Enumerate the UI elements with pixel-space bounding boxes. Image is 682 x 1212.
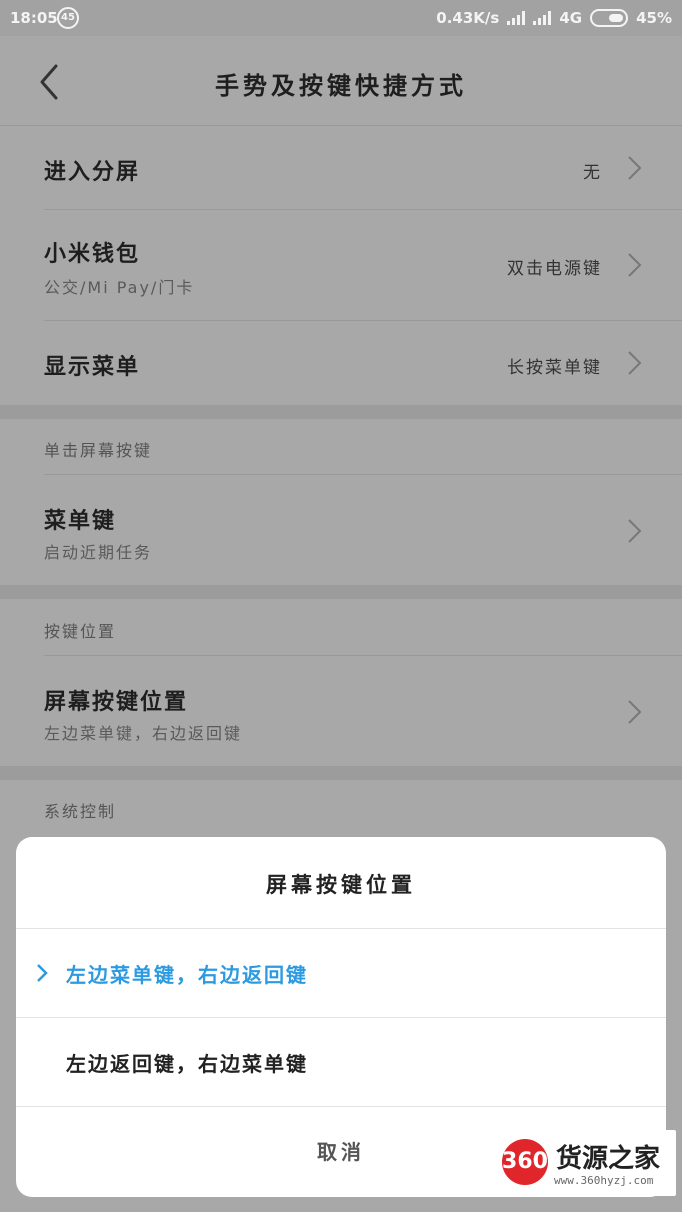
network-speed: 0.43K/s — [436, 9, 500, 27]
setting-subtitle: 左边菜单键，右边返回键 — [44, 724, 243, 743]
battery-level: 45% — [636, 9, 672, 27]
setting-title: 显示菜单 — [44, 355, 141, 380]
chevron-right-icon — [628, 700, 642, 724]
dialog-option-menu-left[interactable]: 左边菜单键，右边返回键 — [16, 929, 666, 1018]
setting-value: 长按菜单键 — [507, 358, 602, 378]
status-bar: 18:05 45 0.43K/s 4G 45% — [0, 0, 682, 36]
setting-title: 进入分屏 — [44, 160, 141, 185]
chevron-right-icon — [628, 156, 642, 180]
nav-bar: 手势及按键快捷方式 — [0, 36, 682, 126]
setting-title: 菜单键 — [44, 509, 117, 534]
watermark-url: www.360hyzj.com — [554, 1174, 654, 1187]
dialog-title: 屏幕按键位置 — [266, 873, 416, 897]
setting-show-menu[interactable]: 显示菜单 长按菜单键 — [0, 321, 682, 405]
watermark-logo: 360 — [502, 1139, 548, 1185]
option-label: 左边返回键，右边菜单键 — [66, 1052, 308, 1076]
setting-menu-key[interactable]: 菜单键 启动近期任务 — [0, 475, 682, 585]
chevron-right-icon — [628, 253, 642, 277]
section-label-single-tap: 单击屏幕按键 — [44, 441, 153, 460]
setting-split-screen[interactable]: 进入分屏 无 — [0, 126, 682, 210]
setting-title: 屏幕按键位置 — [44, 690, 189, 715]
network-type: 4G — [559, 9, 583, 27]
dialog-option-back-left[interactable]: 左边返回键，右边菜单键 — [16, 1018, 666, 1107]
battery-icon — [590, 9, 629, 27]
watermark: 360 货源之家 www.360hyzj.com — [496, 1130, 676, 1196]
setting-key-position[interactable]: 屏幕按键位置 左边菜单键，右边返回键 — [0, 656, 682, 766]
setting-subtitle: 启动近期任务 — [44, 543, 153, 562]
signal-icon — [507, 11, 526, 25]
setting-value: 双击电源键 — [507, 259, 602, 279]
setting-subtitle: 公交/Mi Pay/门卡 — [44, 278, 195, 297]
status-time: 18:05 — [10, 9, 58, 27]
page-title: 手势及按键快捷方式 — [215, 72, 467, 100]
setting-value: 无 — [583, 163, 602, 183]
status-right: 0.43K/s 4G 45% — [436, 9, 672, 27]
chevron-right-icon — [628, 351, 642, 375]
chevron-right-icon — [628, 519, 642, 543]
section-label-system-control: 系统控制 — [44, 802, 117, 821]
section-gap — [0, 405, 682, 419]
watermark-name: 货源之家 — [556, 1144, 661, 1174]
option-label: 左边菜单键，右边返回键 — [66, 963, 308, 987]
section-gap — [0, 585, 682, 599]
notification-badge: 45 — [57, 7, 79, 29]
section-label-key-position: 按键位置 — [44, 622, 117, 641]
setting-mi-wallet[interactable]: 小米钱包 公交/Mi Pay/门卡 双击电源键 — [0, 210, 682, 320]
section-gap — [0, 766, 682, 780]
setting-title: 小米钱包 — [44, 242, 141, 267]
chevron-right-icon — [37, 964, 48, 982]
signal-icon-2 — [533, 11, 552, 25]
